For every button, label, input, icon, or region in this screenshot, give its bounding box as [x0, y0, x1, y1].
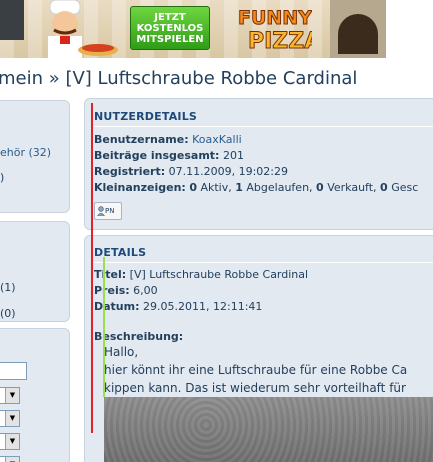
listing-photo[interactable] — [104, 397, 433, 462]
title-row: Titel: [V] Luftschraube Robbe Cardinal — [94, 268, 309, 281]
divider — [94, 262, 433, 263]
oven-door-graphic — [338, 14, 378, 54]
pan-graphic — [0, 0, 24, 40]
username-link[interactable]: KoaxKalli — [192, 133, 242, 146]
sidebar-select[interactable]: ▼ — [0, 433, 20, 450]
sidebar-count: (1) — [0, 281, 16, 294]
divider — [94, 126, 433, 127]
posts-row: Beiträge insgesamt: 201 — [94, 149, 244, 162]
date-row: Datum: 29.05.2011, 12:11:41 — [94, 300, 263, 313]
registered-row: Registriert: 07.11.2009, 19:02:29 — [94, 165, 289, 178]
pm-label: PN — [105, 207, 115, 215]
chevron-down-icon: ▼ — [5, 457, 19, 462]
funny-pizza-logo: FUNNY PIZZA — [238, 7, 313, 55]
chevron-down-icon: ▼ — [5, 434, 19, 449]
sidebar-search-input[interactable] — [0, 362, 27, 380]
sidebar-count: (0) — [0, 307, 16, 320]
private-message-button[interactable]: PN — [94, 202, 122, 220]
user-details-heading: NUTZERDETAILS — [94, 110, 198, 123]
red-marker-line — [91, 103, 93, 433]
chef-illustration — [48, 0, 118, 58]
ads-row: Kleinanzeigen: 0 Aktiv, 1 Abgelaufen, 0 … — [94, 181, 419, 194]
svg-text:FUNNY: FUNNY — [238, 7, 312, 29]
sidebar-select[interactable]: ▼ — [0, 387, 20, 404]
sidebar-select[interactable]: ▼ — [0, 456, 20, 462]
description-line: hier könnt ihr eine Luftschraube für ein… — [104, 363, 408, 377]
username-row: Benutzername: KoaxKalli — [94, 133, 242, 146]
green-marker-line — [103, 257, 105, 397]
ad-banner[interactable]: JETZT KOSTENLOS MITSPIELEN FUNNY PIZZA — [0, 0, 386, 58]
page-title: mein » [V] Luftschraube Robbe Cardinal — [0, 68, 358, 89]
sidebar-link-category[interactable]: ehör (32) — [0, 146, 51, 159]
description-line: Hallo, — [104, 345, 139, 359]
user-icon — [97, 206, 105, 216]
sidebar-select[interactable]: ▼ — [0, 410, 20, 427]
play-now-button[interactable]: JETZT KOSTENLOS MITSPIELEN — [130, 6, 210, 50]
chevron-down-icon: ▼ — [5, 411, 19, 426]
svg-text:PIZZA: PIZZA — [248, 29, 312, 54]
description-line: kippen kann. Das ist wiederum sehr vorte… — [104, 381, 406, 395]
details-heading: DETAILS — [94, 246, 147, 259]
chevron-down-icon: ▼ — [5, 388, 19, 403]
sidebar-text: ) — [0, 171, 5, 184]
description-label: Beschreibung: — [94, 330, 184, 343]
